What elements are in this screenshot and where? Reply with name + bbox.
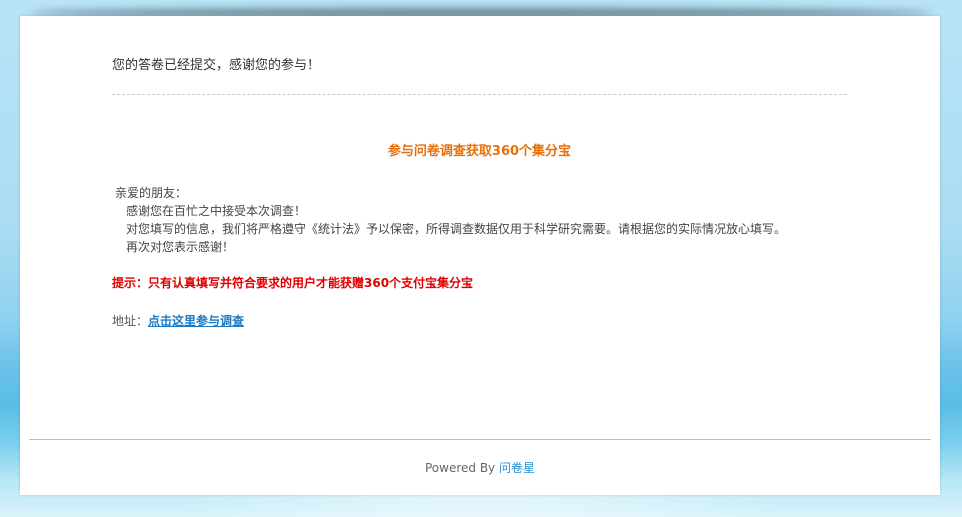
powered-by-text: Powered By — [424, 461, 496, 475]
footer: Powered By 问卷星 — [20, 460, 940, 476]
participate-survey-link[interactable]: 点击这里参与调查 — [148, 314, 244, 328]
survey-promo-title: 参与问卷调查获取360个集分宝 — [387, 144, 572, 159]
brand-link[interactable]: 问卷星 — [499, 461, 535, 475]
intro-line-3: 再次对您表示感谢！ — [126, 240, 235, 254]
result-card: 您的答卷已经提交，感谢您的参与！ 参与问卷调查获取360个集分宝 亲爱的朋友： … — [20, 16, 940, 495]
survey-intro-text: 亲爱的朋友： 感谢您在百忙之中接受本次调查！ 对您填写的信息，我们将严格遵守《统… — [112, 184, 847, 256]
greeting-text: 亲爱的朋友： — [115, 186, 188, 200]
intro-line-2: 对您填写的信息，我们将严格遵守《统计法》予以保密，所得调查数据仅用于科学研究需要… — [126, 222, 787, 236]
dashed-divider — [112, 94, 847, 95]
reward-tip: 提示：只有认真填写并符合要求的用户才能获赠360个支付宝集分宝 — [112, 276, 474, 290]
result-content: 您的答卷已经提交，感谢您的参与！ 参与问卷调查获取360个集分宝 亲爱的朋友： … — [112, 56, 847, 330]
address-label: 地址： — [112, 314, 149, 328]
survey-address: 地址：点击这里参与调查 — [112, 312, 847, 330]
submission-thanks-message: 您的答卷已经提交，感谢您的参与！ — [112, 58, 321, 73]
intro-line-1: 感谢您在百忙之中接受本次调查！ — [126, 204, 307, 218]
footer-divider — [29, 439, 931, 440]
